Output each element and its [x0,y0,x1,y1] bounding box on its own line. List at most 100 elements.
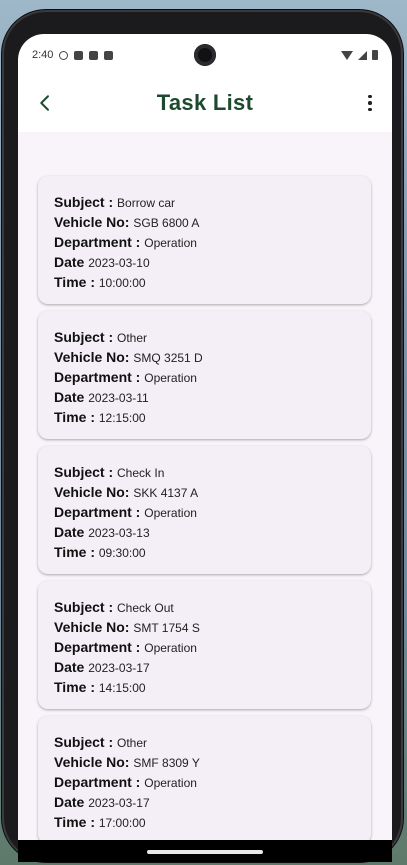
task-date-row: Date 2023-03-17 [54,792,355,812]
task-subject-label: Subject : [54,464,118,480]
task-time-row: Time : 12:15:00 [54,407,355,427]
shield-icon [74,50,84,60]
task-date-value: 2023-03-10 [88,256,150,270]
dnd-icon [59,50,69,60]
task-vehicle-value: SMF 8309 Y [133,756,200,770]
task-vehicle-row: Vehicle No: SKK 4137 A [54,482,355,502]
task-department-row: Department : Operation [54,772,355,792]
more-dot-icon [368,107,372,112]
home-indicator[interactable] [147,850,263,854]
battery-icon [372,50,378,60]
task-time-row: Time : 09:30:00 [54,542,355,562]
task-date-value: 2023-03-17 [88,661,150,675]
task-department-value: Operation [144,236,197,250]
task-time-value: 09:30:00 [98,546,146,560]
task-department-row: Department : Operation [54,232,355,252]
task-time-row: Time : 14:15:00 [54,677,355,697]
task-subject-label: Subject : [54,734,118,750]
back-arrow-icon [40,95,49,111]
task-vehicle-row: Vehicle No: SMF 8309 Y [54,752,355,772]
task-date-label: Date [54,659,89,675]
task-subject-row: Subject : Check In [54,462,355,482]
task-subject-value: Other [117,331,148,345]
task-vehicle-value: SMQ 3251 D [133,351,203,365]
status-time: 2:40 [32,49,54,61]
more-dot-icon [368,101,372,105]
task-vehicle-value: SGB 6800 A [133,216,200,230]
task-card[interactable]: Subject : Other Vehicle No: SMF 8309 Y Dep… [38,716,371,844]
task-vehicle-value: SKK 4137 A [133,486,199,500]
task-time-value: 12:15:00 [98,411,146,425]
camera-cutout [194,44,216,66]
task-subject-value: Borrow car [117,196,176,210]
back-button[interactable] [30,88,60,118]
task-subject-row: Subject : Other [54,732,355,752]
task-time-label: Time : [54,814,99,830]
task-vehicle-row: Vehicle No: SGB 6800 A [54,212,355,232]
task-department-row: Department : Operation [54,367,355,387]
task-card[interactable]: Subject : Check Out Vehicle No: SMT 1754 … [38,581,371,709]
more-dot-icon [368,94,372,99]
task-date-label: Date [54,254,89,270]
phone-frame: 2:40 Task List Subject: Borrow car Vehi… [2,10,403,862]
task-list: Subject : Borrow car Vehicle No: SGB 6800… [38,176,371,851]
task-date-row: Date 2023-03-17 [54,657,355,677]
page-title: Task List [156,90,254,115]
task-time-value: 14:15:00 [98,681,146,695]
task-department-label: Department : [54,369,145,385]
task-department-row: Department : Operation [54,502,355,522]
task-subject-value: Check In [117,466,165,480]
task-department-row: Department : Operation [54,637,355,657]
task-date-value: 2023-03-13 [88,526,150,540]
task-subject-label: Subject : [54,329,118,345]
task-subject-row: Subject : Check Out [54,597,355,617]
more-options-button[interactable] [358,88,382,118]
task-card[interactable]: Subject : Other Vehicle No: SMQ 3251 D Dep… [38,311,371,439]
status-left: 2:40 [32,49,114,61]
task-subject-row: Subject : Other [54,327,355,347]
task-time-label: Time : [54,544,99,560]
task-vehicle-row: Vehicle No: SMT 1754 S [54,617,355,637]
task-card[interactable]: Subject : Check In Vehicle No: SKK 4137 A… [38,446,371,574]
task-department-label: Department : [54,504,145,520]
screen: 2:40 Task List Subject: Borrow car Vehi… [18,34,392,862]
task-time-row: Time : 10:00:00 [54,272,355,292]
sd-card-icon [89,50,99,60]
task-vehicle-label: Vehicle No: [54,484,134,500]
task-vehicle-label: Vehicle No: [54,754,134,770]
task-subject-label: Subject : [54,599,118,615]
task-time-row: Time : 17:00:00 [54,812,355,832]
task-date-row: Date 2023-03-13 [54,522,355,542]
status-right [341,50,378,60]
task-time-value: 10:00:00 [98,276,146,290]
wifi-icon [341,50,353,60]
task-list-area[interactable]: Subject : Borrow car Vehicle No: SGB 6800… [18,132,392,862]
task-date-value: 2023-03-17 [88,796,150,810]
task-date-label: Date [54,389,89,405]
task-time-label: Time : [54,274,99,290]
navigation-bar [18,840,392,862]
signal-icon [358,50,367,60]
task-vehicle-value: SMT 1754 S [133,621,200,635]
task-time-label: Time : [54,679,99,695]
task-subject-value: Other [117,736,148,750]
task-date-label: Date [54,524,89,540]
task-card[interactable]: Subject : Borrow car Vehicle No: SGB 6800… [38,176,371,304]
task-department-value: Operation [144,506,197,520]
task-date-row: Date 2023-03-11 [54,387,355,407]
task-vehicle-label: Vehicle No: [54,214,134,230]
task-department-value: Operation [144,371,197,385]
task-date-row: Date 2023-03-10 [54,252,355,272]
font-icon [104,50,114,60]
task-department-value: Operation [144,641,197,655]
task-department-label: Department : [54,234,145,250]
task-department-label: Department : [54,774,145,790]
task-department-label: Department : [54,639,145,655]
task-date-value: 2023-03-11 [88,391,149,405]
task-date-label: Date [54,794,89,810]
task-subject-label: Subject : [54,194,118,210]
task-subject-row: Subject : Borrow car [54,192,355,212]
task-time-label: Time : [54,409,99,425]
task-vehicle-label: Vehicle No: [54,349,134,365]
app-bar: Task List [18,76,392,130]
